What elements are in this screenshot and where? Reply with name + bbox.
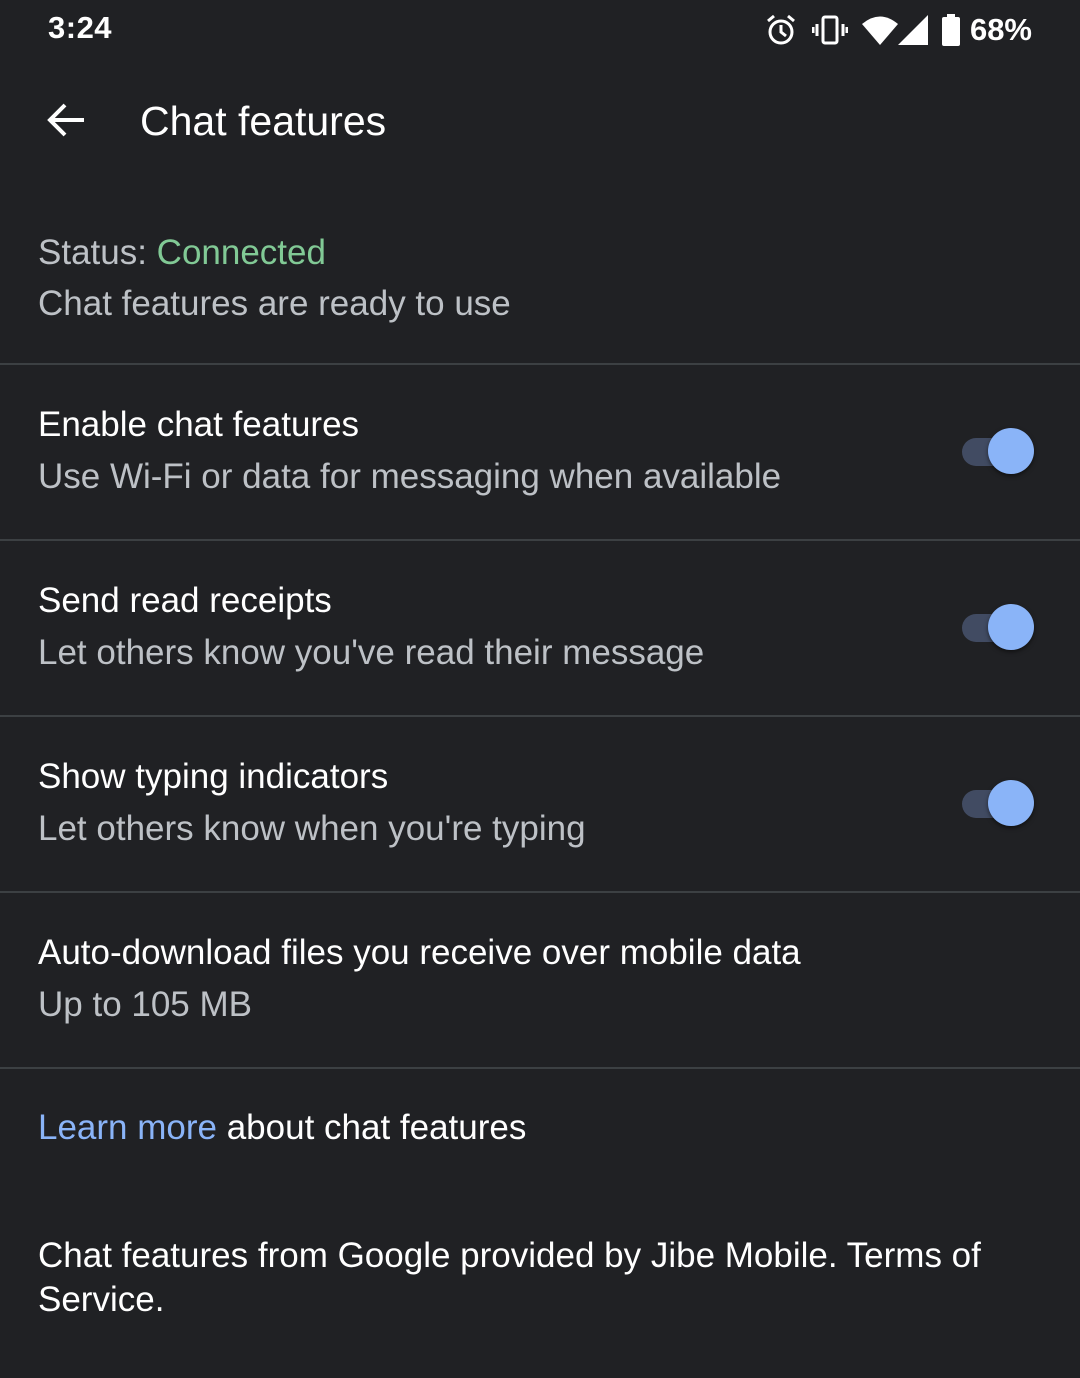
- back-button[interactable]: [36, 90, 96, 150]
- alarm-icon: [764, 13, 798, 47]
- typing-indicators-toggle[interactable]: [962, 779, 1036, 827]
- setting-title: Send read receipts: [38, 581, 332, 620]
- setting-subtitle: Up to 105 MB: [38, 985, 252, 1024]
- status-icons: 68%: [764, 10, 1032, 50]
- setting-auto-download[interactable]: Auto-download files you receive over mob…: [0, 893, 1080, 1067]
- status-description: Chat features are ready to use: [38, 284, 511, 323]
- setting-subtitle: Let others know you've read their messag…: [38, 633, 705, 672]
- battery-percent: 68%: [969, 12, 1032, 47]
- status-time: 3:24: [48, 10, 113, 45]
- setting-send-read-receipts[interactable]: Send read receipts Let others know you'v…: [0, 541, 1080, 715]
- learn-more-text: Learn more about chat features: [38, 1108, 527, 1147]
- enable-chat-toggle[interactable]: [962, 427, 1036, 475]
- setting-title: Show typing indicators: [38, 757, 389, 796]
- setting-show-typing-indicators[interactable]: Show typing indicators Let others know w…: [0, 717, 1080, 891]
- battery-icon: [941, 14, 960, 46]
- setting-subtitle: Let others know when you're typing: [38, 809, 586, 848]
- wifi-icon: [861, 15, 898, 45]
- cell-signal-icon: [897, 15, 928, 45]
- setting-enable-chat-features[interactable]: Enable chat features Use Wi-Fi or data f…: [0, 365, 1080, 539]
- page-title: Chat features: [140, 98, 387, 144]
- read-receipts-toggle[interactable]: [962, 603, 1036, 651]
- vibrate-icon: [811, 13, 848, 47]
- app-bar: Chat features: [0, 60, 1080, 184]
- divider: [0, 1067, 1080, 1069]
- status-value: Connected: [156, 233, 326, 272]
- setting-title: Enable chat features: [38, 405, 360, 444]
- terms-footer[interactable]: Chat features from Google provided by Ji…: [38, 1234, 1048, 1322]
- learn-more-link[interactable]: Learn more: [38, 1108, 217, 1147]
- arrow-left-icon: [47, 103, 84, 137]
- connection-status: Status: Connected Chat features are read…: [38, 228, 511, 330]
- status-label: Status:: [38, 233, 157, 272]
- status-bar: 3:24 68%: [0, 0, 1080, 60]
- setting-subtitle: Use Wi-Fi or data for messaging when ava…: [38, 457, 782, 496]
- setting-title: Auto-download files you receive over mob…: [38, 933, 801, 972]
